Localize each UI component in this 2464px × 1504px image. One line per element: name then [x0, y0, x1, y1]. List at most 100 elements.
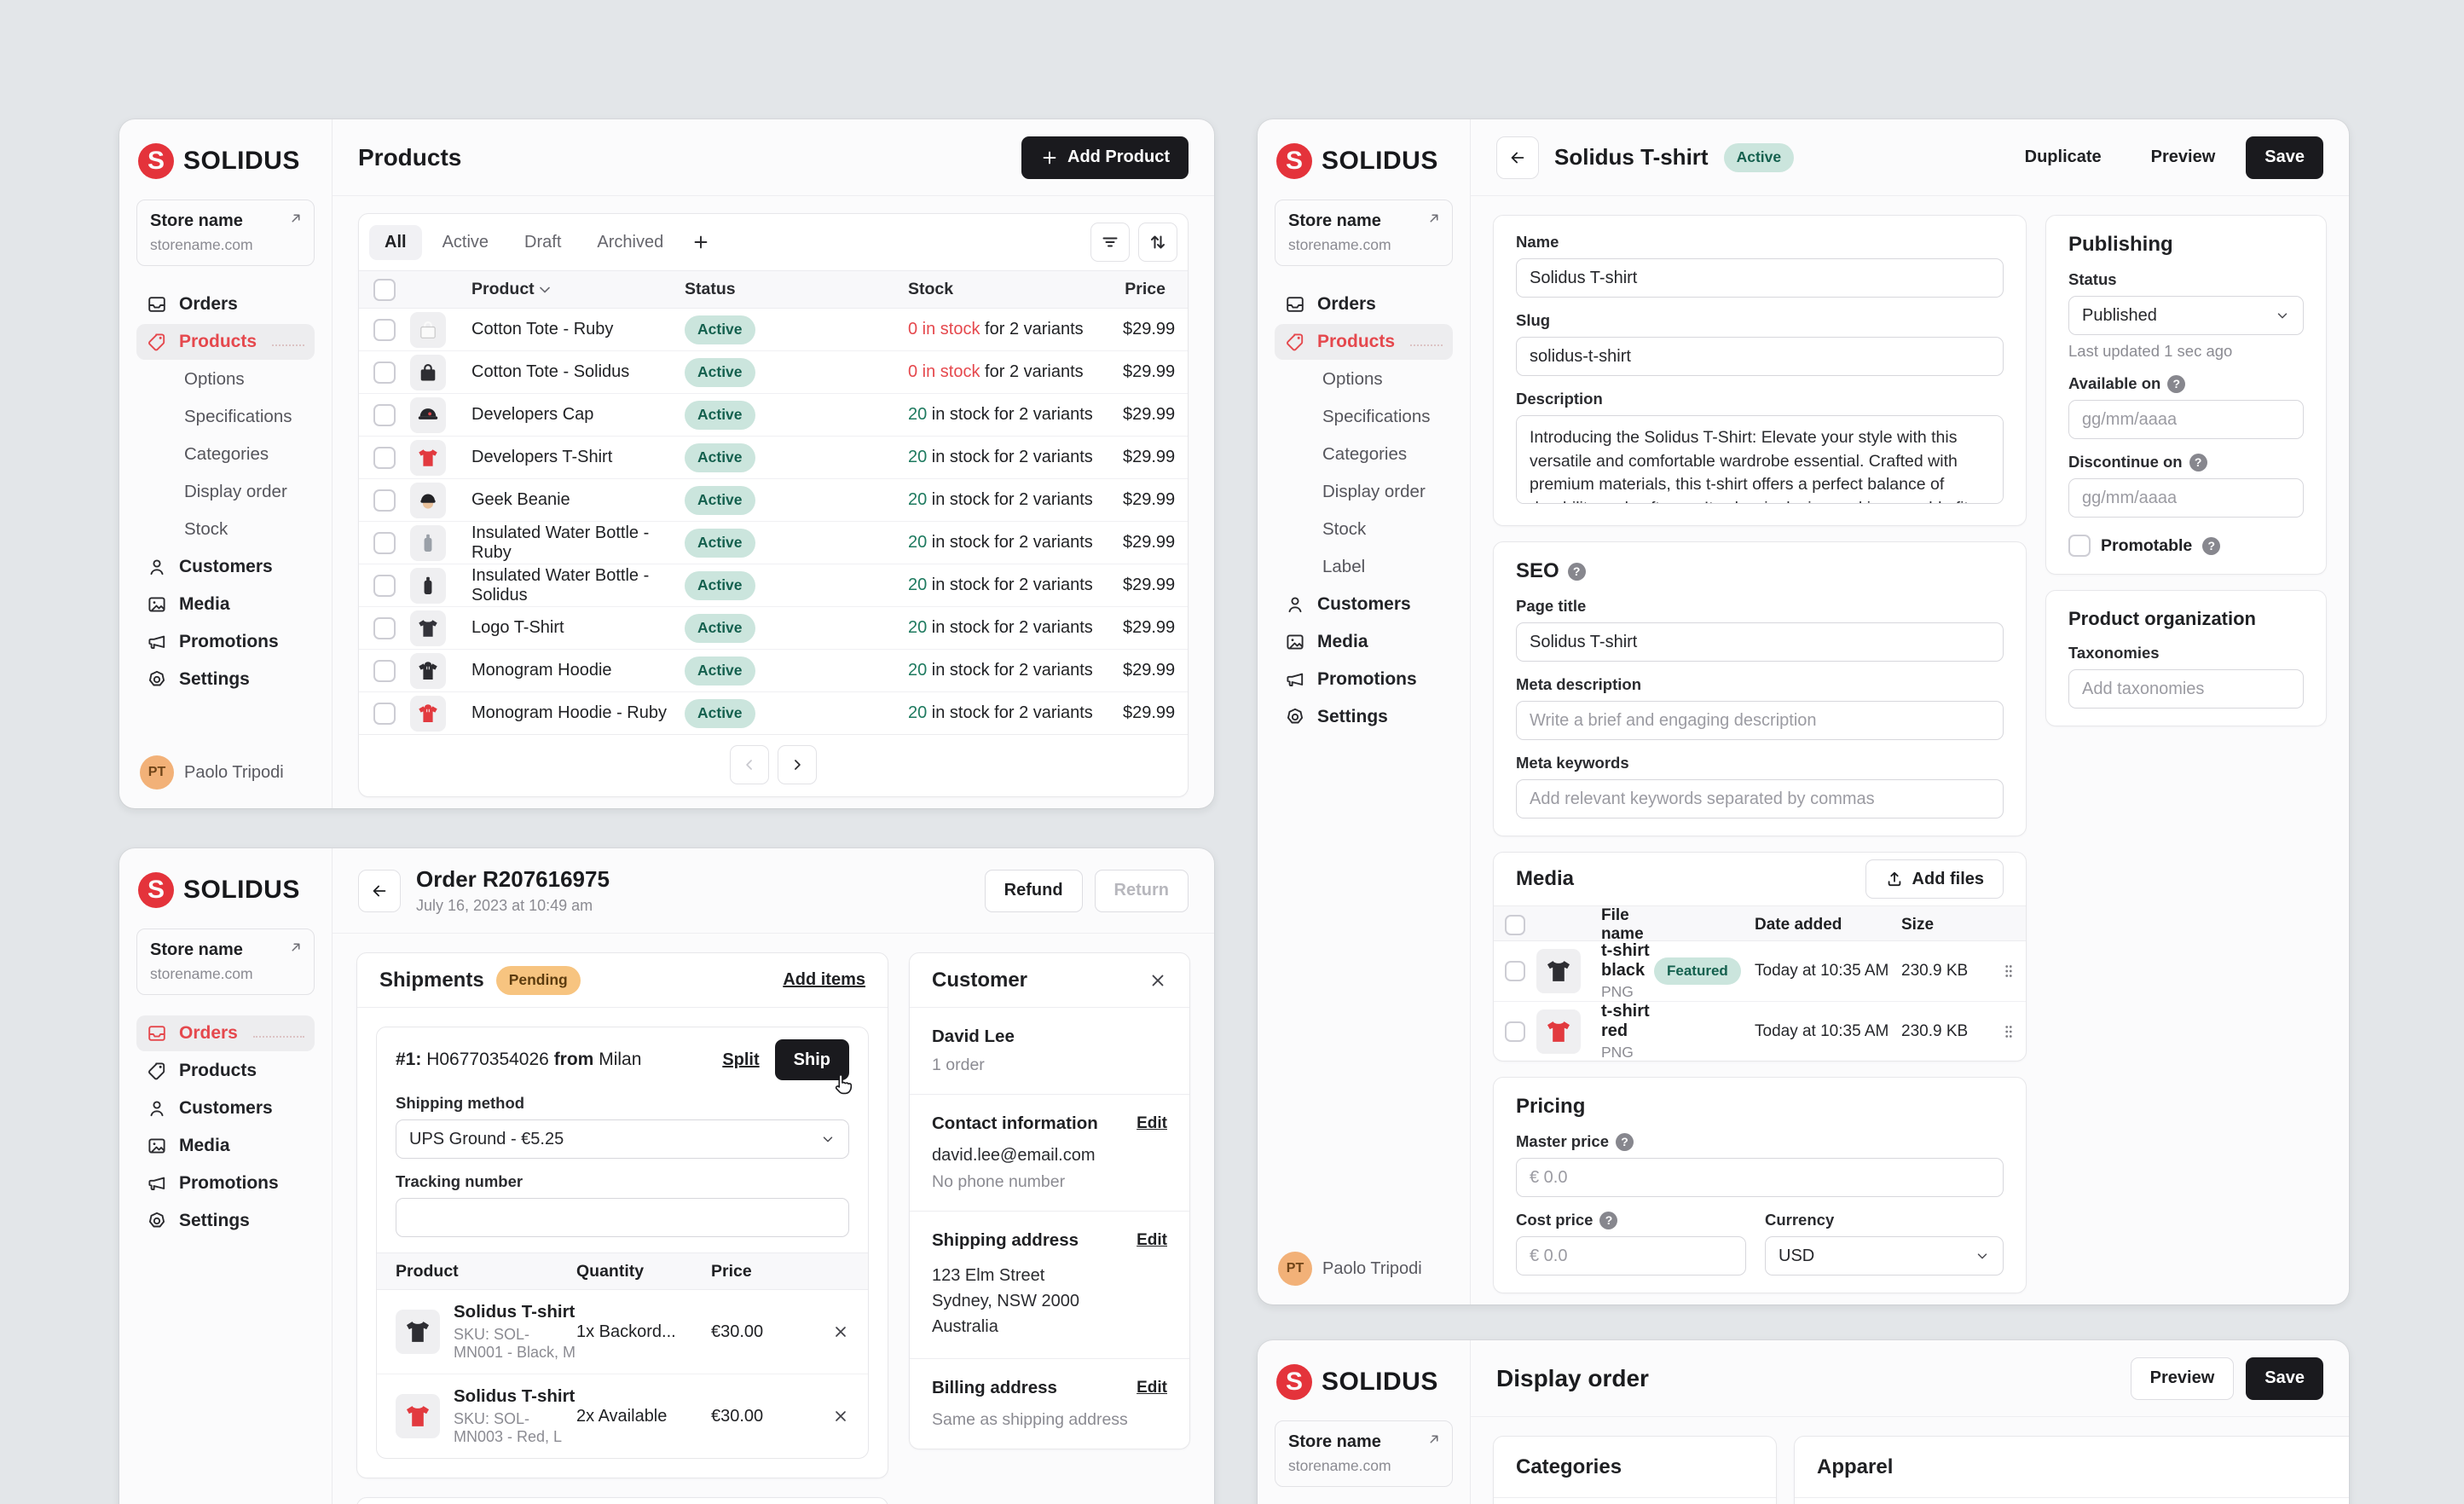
currency-select[interactable]: USD: [1765, 1236, 2004, 1276]
table-row[interactable]: Developers T-Shirt Active 20 in stock fo…: [359, 437, 1188, 479]
sidebar-item[interactable]: Customers: [1275, 587, 1453, 622]
add-tab-button[interactable]: [684, 225, 718, 259]
add-items-link[interactable]: Add items: [783, 970, 865, 990]
promotable-checkbox[interactable]: [2068, 535, 2091, 557]
tab[interactable]: Archived: [581, 225, 679, 260]
row-checkbox[interactable]: [373, 404, 396, 426]
product-name[interactable]: Cotton Tote - Solidus: [471, 362, 685, 382]
edit-contact-link[interactable]: Edit: [1137, 1114, 1167, 1133]
customer-email[interactable]: david.lee@email.com: [932, 1146, 1167, 1166]
back-button[interactable]: [358, 870, 401, 912]
row-checkbox[interactable]: [373, 660, 396, 682]
sidebar-item[interactable]: Specifications: [1275, 399, 1453, 435]
table-row[interactable]: Insulated Water Bottle - Solidus Active …: [359, 564, 1188, 607]
help-icon[interactable]: [2189, 454, 2207, 471]
page-title-input[interactable]: [1516, 622, 2004, 662]
available-on-input[interactable]: [2068, 400, 2304, 439]
preview-button[interactable]: Preview: [2131, 1357, 2235, 1400]
product-name[interactable]: Solidus T-shirt: [454, 1386, 576, 1407]
product-name[interactable]: Monogram Hoodie: [471, 661, 685, 680]
tracking-number-input[interactable]: [396, 1198, 849, 1237]
sidebar-item[interactable]: Promotions: [136, 624, 315, 660]
table-row[interactable]: Cotton Tote - Solidus Active 0 in stock …: [359, 351, 1188, 394]
close-customer-button[interactable]: [1148, 971, 1167, 990]
taxonomies-input[interactable]: [2068, 669, 2304, 709]
sidebar-item[interactable]: Customers: [136, 549, 315, 585]
select-all-checkbox[interactable]: [1505, 915, 1525, 935]
sidebar-item[interactable]: Categories: [1275, 437, 1453, 472]
discontinue-on-input[interactable]: [2068, 478, 2304, 518]
customer-name[interactable]: David Lee: [932, 1027, 1167, 1047]
status-select[interactable]: Published: [2068, 296, 2304, 335]
slug-input[interactable]: [1516, 337, 2004, 376]
column-product[interactable]: Product: [471, 280, 685, 299]
save-button[interactable]: Save: [2246, 1357, 2323, 1400]
remove-item-button[interactable]: [812, 1408, 849, 1425]
tab[interactable]: Active: [427, 225, 504, 260]
tab[interactable]: All: [369, 225, 422, 260]
table-row[interactable]: Insulated Water Bottle - Ruby Active 20 …: [359, 522, 1188, 564]
store-switcher[interactable]: Store name storename.com: [1275, 1420, 1453, 1487]
product-name[interactable]: Monogram Hoodie - Ruby: [471, 703, 685, 723]
row-checkbox[interactable]: [373, 617, 396, 639]
user-menu[interactable]: PT Paolo Tripodi: [1275, 1247, 1453, 1286]
product-name[interactable]: Cotton Tote - Ruby: [471, 320, 685, 339]
sidebar-item[interactable]: Promotions: [136, 1166, 315, 1201]
help-icon[interactable]: [2202, 537, 2220, 555]
drag-handle[interactable]: [1992, 962, 2026, 980]
sidebar-item[interactable]: Stock: [136, 512, 315, 547]
prev-page-button[interactable]: [730, 745, 769, 784]
row-checkbox[interactable]: [373, 362, 396, 384]
meta-description-input[interactable]: [1516, 701, 2004, 740]
help-icon[interactable]: [1568, 563, 1586, 581]
table-row[interactable]: Monogram Hoodie Active 20 in stock for 2…: [359, 650, 1188, 692]
sidebar-item[interactable]: Label: [1275, 549, 1453, 585]
sidebar-item[interactable]: Products: [1275, 324, 1453, 360]
preview-button[interactable]: Preview: [2132, 136, 2235, 179]
sidebar-item[interactable]: Specifications: [136, 399, 315, 435]
meta-keywords-input[interactable]: [1516, 779, 2004, 819]
sidebar-item[interactable]: Media: [1275, 624, 1453, 660]
edit-shipping-link[interactable]: Edit: [1137, 1231, 1167, 1250]
remove-item-button[interactable]: [812, 1323, 849, 1340]
row-checkbox[interactable]: [373, 319, 396, 341]
master-price-input[interactable]: [1516, 1158, 2004, 1197]
row-checkbox[interactable]: [1505, 961, 1525, 981]
sidebar-item[interactable]: Options: [136, 362, 315, 397]
sidebar-item[interactable]: Products: [136, 1053, 315, 1089]
sidebar-item[interactable]: Stock: [1275, 512, 1453, 547]
tab[interactable]: Draft: [509, 225, 576, 260]
cost-price-input[interactable]: [1516, 1236, 1746, 1276]
name-input[interactable]: [1516, 258, 2004, 298]
file-name[interactable]: t-shirt black: [1601, 941, 1654, 980]
row-checkbox[interactable]: [373, 489, 396, 512]
product-name[interactable]: Geek Beanie: [471, 490, 685, 510]
table-row[interactable]: Developers Cap Active 20 in stock for 2 …: [359, 394, 1188, 437]
description-textarea[interactable]: Introducing the Solidus T-Shirt: Elevate…: [1516, 415, 2004, 504]
sidebar-item[interactable]: Display order: [1275, 474, 1453, 510]
sidebar-item[interactable]: Display order: [136, 474, 315, 510]
row-checkbox[interactable]: [373, 575, 396, 597]
row-checkbox[interactable]: [373, 447, 396, 469]
table-row[interactable]: Cotton Tote - Ruby Active 0 in stock for…: [359, 309, 1188, 351]
sort-button[interactable]: [1138, 223, 1177, 262]
help-icon[interactable]: [2167, 375, 2185, 393]
help-icon[interactable]: [1599, 1212, 1617, 1229]
drag-handle[interactable]: [1992, 1022, 2026, 1041]
sidebar-item[interactable]: Media: [136, 587, 315, 622]
table-row[interactable]: Monogram Hoodie - Ruby Active 20 in stoc…: [359, 692, 1188, 735]
sidebar-item[interactable]: Settings: [136, 662, 315, 697]
save-button[interactable]: Save: [2246, 136, 2323, 179]
store-switcher[interactable]: Store name storename.com: [1275, 200, 1453, 266]
file-name[interactable]: t-shirt red: [1601, 1002, 1654, 1041]
add-product-button[interactable]: Add Product: [1021, 136, 1189, 179]
sidebar-item[interactable]: Orders: [136, 1015, 315, 1051]
sidebar-item[interactable]: Products: [136, 324, 315, 360]
duplicate-button[interactable]: Duplicate: [2006, 136, 2120, 179]
add-files-button[interactable]: Add files: [1865, 859, 2004, 899]
product-name[interactable]: Developers Cap: [471, 405, 685, 425]
back-button[interactable]: [1496, 136, 1539, 179]
sidebar-item[interactable]: Settings: [136, 1203, 315, 1239]
sidebar-item[interactable]: Settings: [1275, 699, 1453, 735]
product-name[interactable]: Insulated Water Bottle - Solidus: [471, 566, 685, 605]
